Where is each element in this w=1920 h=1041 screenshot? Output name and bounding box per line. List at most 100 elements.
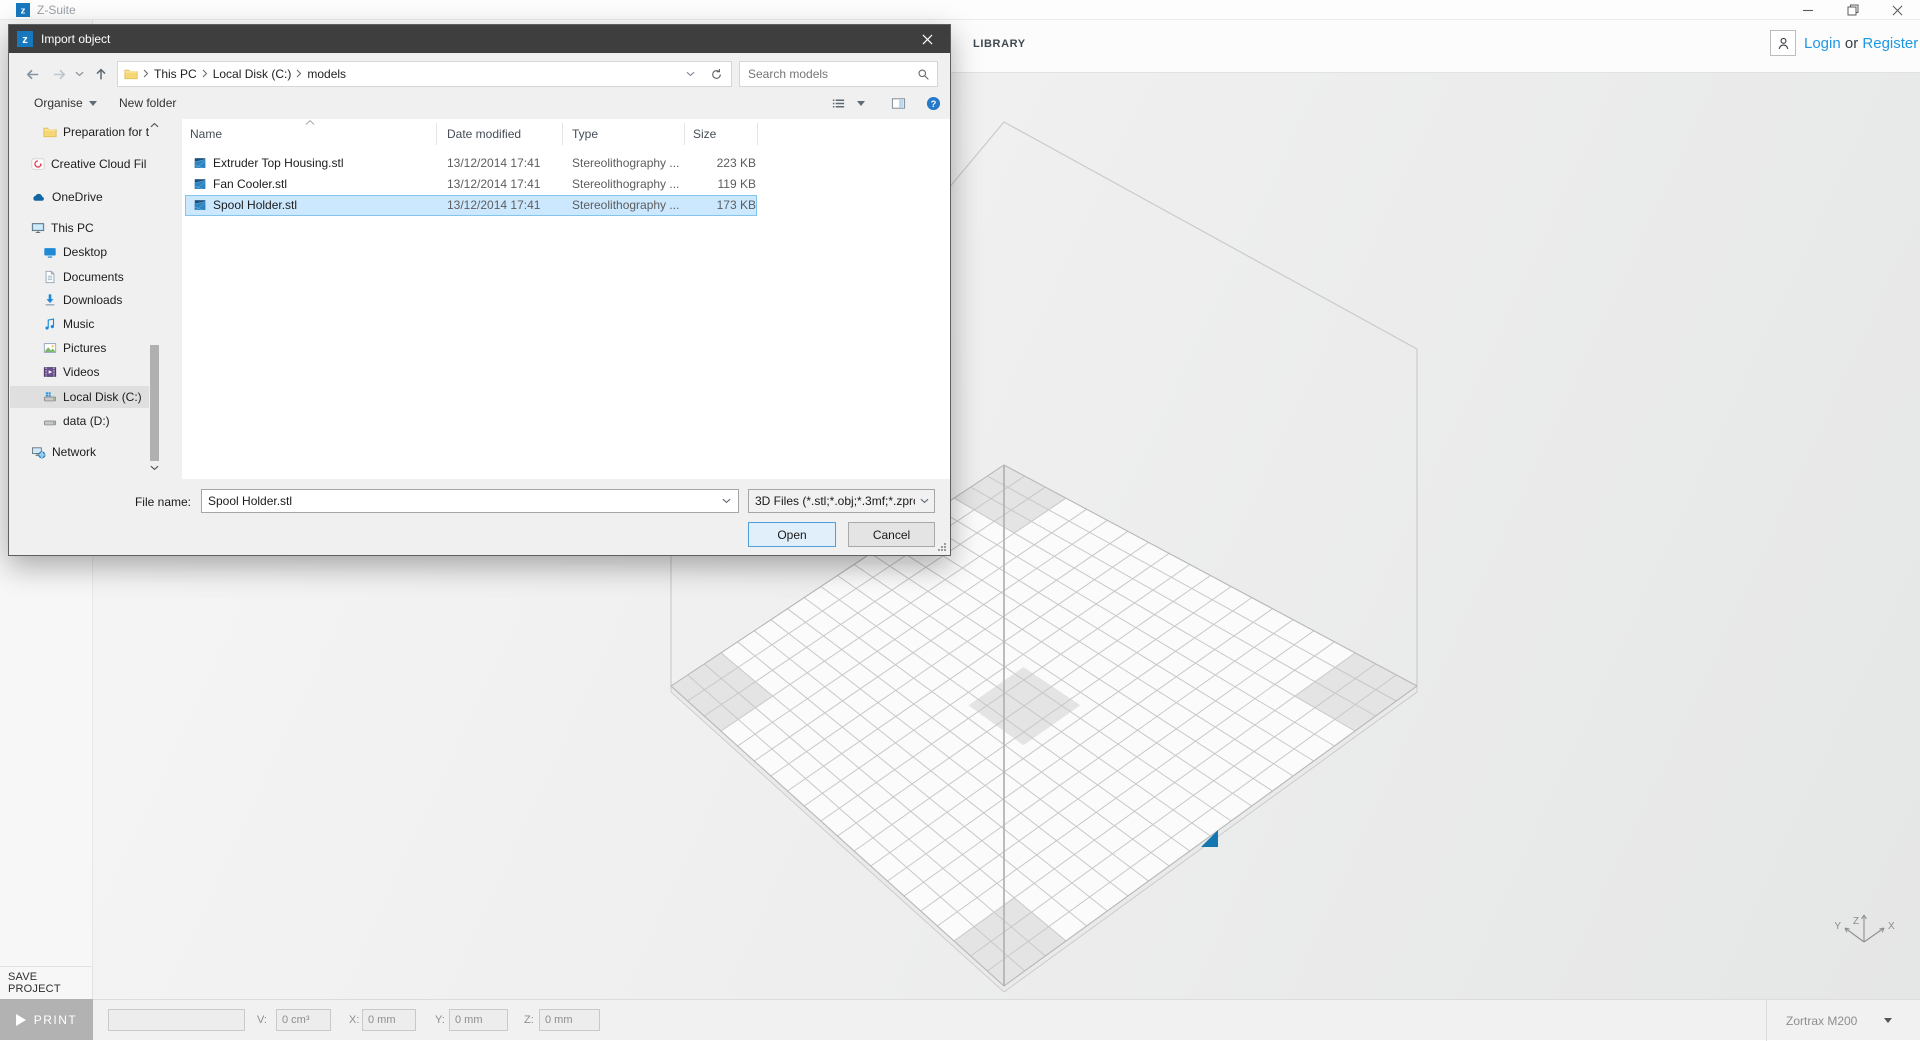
svg-text:z: z bbox=[21, 5, 26, 16]
minimize-icon[interactable] bbox=[1785, 0, 1830, 20]
breadcrumb-separator bbox=[143, 67, 149, 81]
x-label: X: bbox=[349, 1014, 359, 1026]
view-options-caret-icon[interactable] bbox=[857, 101, 865, 106]
window-controls bbox=[1785, 0, 1920, 20]
printer-selector[interactable]: Zortrax M200 bbox=[1766, 1000, 1920, 1041]
file-name-combo bbox=[201, 489, 739, 513]
volume-label: V: bbox=[257, 1014, 267, 1026]
z-field[interactable] bbox=[539, 1009, 600, 1031]
scroll-down-icon[interactable] bbox=[150, 465, 159, 471]
sidebar-item-videos[interactable]: Videos bbox=[43, 361, 183, 383]
drive-icon bbox=[43, 414, 57, 428]
dialog-close-button[interactable] bbox=[905, 25, 950, 53]
recent-locations-dropdown[interactable] bbox=[71, 63, 87, 85]
x-field[interactable] bbox=[362, 1009, 416, 1031]
sidebar-scrollbar-thumb[interactable] bbox=[150, 345, 159, 461]
caret-down-icon bbox=[1884, 1018, 1892, 1023]
videos-icon bbox=[43, 365, 57, 379]
volume-field[interactable] bbox=[276, 1009, 331, 1031]
change-view-icon[interactable] bbox=[831, 96, 846, 111]
sidebar-item-documents[interactable]: Documents bbox=[43, 266, 183, 288]
breadcrumb-separator bbox=[296, 67, 302, 81]
file-row-spool-holder-selected[interactable]: Spool Holder.stl 13/12/2014 17:41 Stereo… bbox=[185, 195, 757, 216]
sidebar-item-desktop[interactable]: Desktop bbox=[43, 241, 183, 263]
column-divider bbox=[757, 123, 758, 145]
address-history-dropdown[interactable] bbox=[686, 71, 695, 77]
folder-icon bbox=[43, 125, 57, 139]
column-header-name[interactable]: Name bbox=[190, 127, 222, 141]
new-folder-button[interactable]: New folder bbox=[119, 96, 176, 110]
file-type-select[interactable]: 3D Files (*.stl;*.obj;*.3mf;*.zproj bbox=[748, 489, 935, 513]
sidebar-item-this-pc[interactable]: This PC bbox=[31, 217, 171, 239]
file-name-label: File name: bbox=[129, 495, 191, 509]
model-name-field[interactable] bbox=[108, 1009, 245, 1031]
local-disk-icon bbox=[43, 390, 57, 404]
svg-text:?: ? bbox=[931, 99, 937, 109]
sort-ascending-icon bbox=[305, 120, 315, 125]
print-button[interactable]: PRINT bbox=[0, 999, 93, 1040]
search-input[interactable] bbox=[740, 67, 917, 81]
stl-file-icon bbox=[193, 177, 207, 191]
sidebar-item-data-d[interactable]: data (D:) bbox=[43, 410, 183, 432]
y-label: Y: bbox=[435, 1014, 445, 1026]
open-button[interactable]: Open bbox=[748, 522, 836, 547]
music-icon bbox=[43, 317, 57, 331]
account-button[interactable] bbox=[1770, 30, 1796, 56]
stl-file-icon bbox=[193, 198, 207, 212]
login-link[interactable]: Login bbox=[1804, 35, 1841, 52]
column-header-type[interactable]: Type bbox=[572, 127, 598, 141]
status-bar: V: X: Y: Z: Zortrax M200 bbox=[93, 999, 1920, 1040]
import-object-dialog: z Import object This PC Local Disk (C:) … bbox=[8, 24, 951, 556]
breadcrumb-models[interactable]: models bbox=[307, 67, 346, 81]
dialog-zsuite-logo-icon: z bbox=[17, 31, 33, 47]
organise-button[interactable]: Organise bbox=[34, 96, 97, 110]
scroll-up-icon[interactable] bbox=[150, 122, 159, 128]
sidebar-item-downloads[interactable]: Downloads bbox=[43, 289, 183, 311]
breadcrumb-local-disk[interactable]: Local Disk (C:) bbox=[213, 67, 292, 81]
app-title: Z-Suite bbox=[37, 3, 76, 17]
register-link[interactable]: Register bbox=[1862, 35, 1918, 52]
pictures-icon bbox=[43, 341, 57, 355]
preview-pane-icon[interactable] bbox=[891, 96, 906, 111]
file-name-input[interactable] bbox=[202, 494, 722, 508]
column-header-size[interactable]: Size bbox=[693, 127, 716, 141]
person-icon bbox=[1776, 36, 1791, 51]
svg-text:Y: Y bbox=[1834, 921, 1841, 932]
column-header-date-modified[interactable]: Date modified bbox=[447, 127, 521, 141]
y-field[interactable] bbox=[449, 1009, 508, 1031]
play-icon bbox=[16, 1014, 26, 1026]
sidebar-item-pictures[interactable]: Pictures bbox=[43, 337, 183, 359]
refresh-icon[interactable] bbox=[710, 68, 723, 81]
stl-file-icon bbox=[193, 156, 207, 170]
sidebar-item-preparation[interactable]: Preparation for t bbox=[43, 121, 183, 143]
sidebar-item-music[interactable]: Music bbox=[43, 313, 183, 335]
forward-button[interactable] bbox=[47, 63, 71, 85]
login-register: Login or Register bbox=[1804, 35, 1918, 52]
file-row-extruder-top-housing[interactable]: Extruder Top Housing.stl 13/12/2014 17:4… bbox=[185, 153, 757, 174]
desktop-icon bbox=[43, 245, 57, 259]
svg-text:z: z bbox=[22, 34, 28, 46]
restore-icon[interactable] bbox=[1830, 0, 1875, 20]
column-divider bbox=[436, 123, 437, 145]
address-bar[interactable]: This PC Local Disk (C:) models bbox=[117, 61, 732, 87]
breadcrumb-this-pc[interactable]: This PC bbox=[154, 67, 197, 81]
chevron-down-icon[interactable] bbox=[722, 498, 731, 504]
help-icon[interactable]: ? bbox=[926, 96, 941, 111]
zsuite-logo-icon: z bbox=[16, 3, 30, 17]
network-icon bbox=[31, 445, 46, 460]
back-button[interactable] bbox=[19, 63, 45, 85]
app-titlebar: z Z-Suite bbox=[0, 0, 1920, 20]
save-project-button[interactable]: SAVE PROJECT bbox=[0, 966, 93, 999]
sidebar-item-local-disk-c[interactable]: Local Disk (C:) bbox=[43, 386, 183, 408]
column-divider bbox=[684, 123, 685, 145]
dialog-titlebar[interactable]: z Import object bbox=[9, 25, 950, 53]
up-button[interactable] bbox=[89, 63, 113, 85]
search-box bbox=[739, 61, 938, 87]
file-row-fan-cooler[interactable]: Fan Cooler.stl 13/12/2014 17:41 Stereoli… bbox=[185, 174, 757, 195]
column-divider bbox=[562, 123, 563, 145]
resize-grip[interactable] bbox=[938, 543, 947, 552]
sidebar-item-creative-cloud[interactable]: Creative Cloud Fil bbox=[31, 153, 171, 175]
sidebar-item-onedrive[interactable]: OneDrive bbox=[31, 186, 171, 208]
cancel-button[interactable]: Cancel bbox=[848, 522, 935, 547]
close-icon[interactable] bbox=[1875, 0, 1920, 20]
